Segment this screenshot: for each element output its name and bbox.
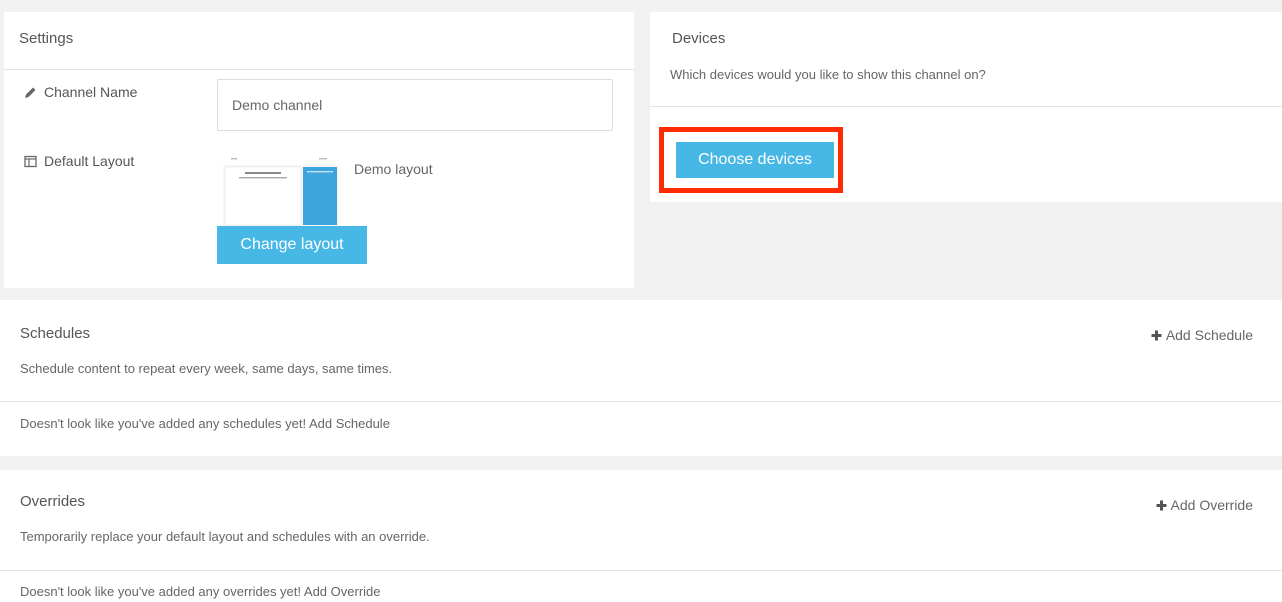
channel-name-label-row: Channel Name (24, 84, 137, 100)
schedules-empty-text: Doesn't look like you've added any sched… (20, 416, 390, 431)
choose-devices-button[interactable]: Choose devices (676, 142, 834, 178)
divider (650, 106, 1282, 107)
add-override-label: Add Override (1170, 497, 1253, 513)
add-schedule-label: Add Schedule (1165, 327, 1253, 343)
choose-devices-highlight: Choose devices (659, 127, 843, 193)
layout-thumbnail[interactable] (223, 153, 339, 231)
settings-panel: Settings Channel Name Default Layout Dem… (4, 12, 634, 288)
schedules-subtitle: Schedule content to repeat every week, s… (20, 361, 393, 376)
plus-icon (1151, 330, 1162, 340)
channel-name-input[interactable] (217, 79, 613, 131)
devices-subtitle: Which devices would you like to show thi… (670, 67, 986, 82)
schedules-title: Schedules (20, 325, 91, 342)
schedules-section: Schedules Add Schedule Schedule content … (0, 300, 1282, 456)
channel-name-label: Channel Name (44, 84, 138, 100)
add-override-link[interactable]: Add Override (1156, 497, 1253, 513)
change-layout-button[interactable]: Change layout (217, 226, 367, 264)
layout-icon (24, 155, 37, 167)
divider (0, 570, 1282, 571)
add-schedule-link[interactable]: Add Schedule (1151, 327, 1253, 343)
overrides-title: Overrides (20, 493, 86, 510)
devices-panel: Devices Which devices would you like to … (650, 12, 1282, 202)
pencil-icon (25, 87, 36, 98)
divider (4, 69, 634, 70)
default-layout-label: Default Layout (44, 153, 135, 169)
overrides-subtitle: Temporarily replace your default layout … (20, 529, 430, 544)
devices-title: Devices (672, 30, 726, 47)
plus-icon (1156, 500, 1167, 510)
settings-title: Settings (19, 30, 74, 47)
overrides-section: Overrides Add Override Temporarily repla… (0, 470, 1282, 602)
divider (0, 401, 1282, 402)
layout-name: Demo layout (354, 161, 433, 177)
overrides-empty-text: Doesn't look like you've added any overr… (20, 584, 381, 599)
default-layout-label-row: Default Layout (24, 153, 134, 169)
